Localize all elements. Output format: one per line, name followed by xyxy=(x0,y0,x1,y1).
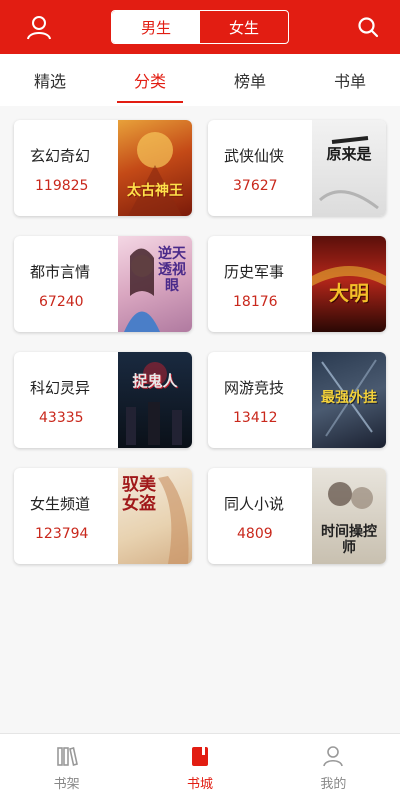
category-count: 13412 xyxy=(233,410,278,426)
nav-bookstore[interactable]: 书城 xyxy=(133,734,266,792)
category-count: 4809 xyxy=(237,526,273,542)
category-count: 123794 xyxy=(35,526,89,542)
nav-label: 书城 xyxy=(186,777,213,792)
book-cover: 最强外挂 xyxy=(312,352,386,448)
book-cover: 大明 xyxy=(312,236,386,332)
cover-text: 大明 xyxy=(329,281,369,305)
category-name: 玄幻奇幻 xyxy=(30,147,91,165)
category-name: 历史军事 xyxy=(224,263,285,281)
tab-categories[interactable]: 分类 xyxy=(100,54,200,106)
cover-text: 原来是 xyxy=(326,145,372,163)
gender-tab-male[interactable]: 男生 xyxy=(112,11,200,43)
bottom-nav: 书架 书城 我的 xyxy=(0,733,400,792)
cover-text: 时间操控师 xyxy=(321,524,377,556)
book-cover: 捉鬼人 xyxy=(118,352,192,448)
category-card-fantasy[interactable]: 玄幻奇幻 119825 太古神王 xyxy=(14,120,192,216)
bookstore-icon xyxy=(188,744,212,768)
cover-text: 驭美女盗 xyxy=(122,475,156,514)
category-name: 都市言情 xyxy=(30,263,91,281)
nav-profile[interactable]: 我的 xyxy=(267,734,400,792)
nav-label: 书架 xyxy=(53,777,80,792)
book-cover: 逆天透视眼 xyxy=(118,236,192,332)
user-icon[interactable] xyxy=(25,13,53,41)
cover-text: 逆天透视眼 xyxy=(158,246,186,294)
gender-tab-female[interactable]: 女生 xyxy=(200,11,288,43)
book-cover: 原来是 xyxy=(312,120,386,216)
top-header: 男生 女生 xyxy=(0,0,400,54)
category-count: 43335 xyxy=(39,410,84,426)
nav-bookshelf[interactable]: 书架 xyxy=(0,734,133,792)
gender-toggle: 男生 女生 xyxy=(111,10,289,44)
cover-text: 最强外挂 xyxy=(321,390,377,406)
cover-text: 捉鬼人 xyxy=(132,372,178,390)
category-name: 网游竞技 xyxy=(224,379,285,397)
book-cover: 太古神王 xyxy=(118,120,192,216)
category-card-urban[interactable]: 都市言情 67240 逆天透视眼 xyxy=(14,236,192,332)
tab-rankings[interactable]: 榜单 xyxy=(200,54,300,106)
book-cover: 驭美女盗 xyxy=(118,468,192,564)
book-cover: 时间操控师 xyxy=(312,468,386,564)
category-name: 科幻灵异 xyxy=(30,379,91,397)
category-card-wuxia[interactable]: 武侠仙侠 37627 原来是 xyxy=(208,120,386,216)
bookshelf-icon xyxy=(55,744,79,768)
search-icon[interactable] xyxy=(354,13,382,41)
cover-text: 太古神王 xyxy=(127,183,183,199)
category-card-history[interactable]: 历史军事 18176 大明 xyxy=(208,236,386,332)
category-name: 女生频道 xyxy=(30,495,91,513)
category-count: 37627 xyxy=(233,178,278,194)
nav-label: 我的 xyxy=(320,777,347,792)
category-name: 同人小说 xyxy=(224,495,285,513)
category-count: 67240 xyxy=(39,294,84,310)
profile-icon xyxy=(321,744,345,768)
category-card-scifi[interactable]: 科幻灵异 43335 捉鬼人 xyxy=(14,352,192,448)
tab-featured[interactable]: 精选 xyxy=(0,54,100,106)
category-count: 119825 xyxy=(35,178,89,194)
category-count: 18176 xyxy=(233,294,278,310)
category-card-female[interactable]: 女生频道 123794 驭美女盗 xyxy=(14,468,192,564)
category-card-gaming[interactable]: 网游竞技 13412 最强外挂 xyxy=(208,352,386,448)
category-name: 武侠仙侠 xyxy=(224,147,285,165)
category-card-fanfic[interactable]: 同人小说 4809 时间操控师 xyxy=(208,468,386,564)
tab-booklists[interactable]: 书单 xyxy=(300,54,400,106)
category-tabs: 精选 分类 榜单 书单 xyxy=(0,54,400,106)
